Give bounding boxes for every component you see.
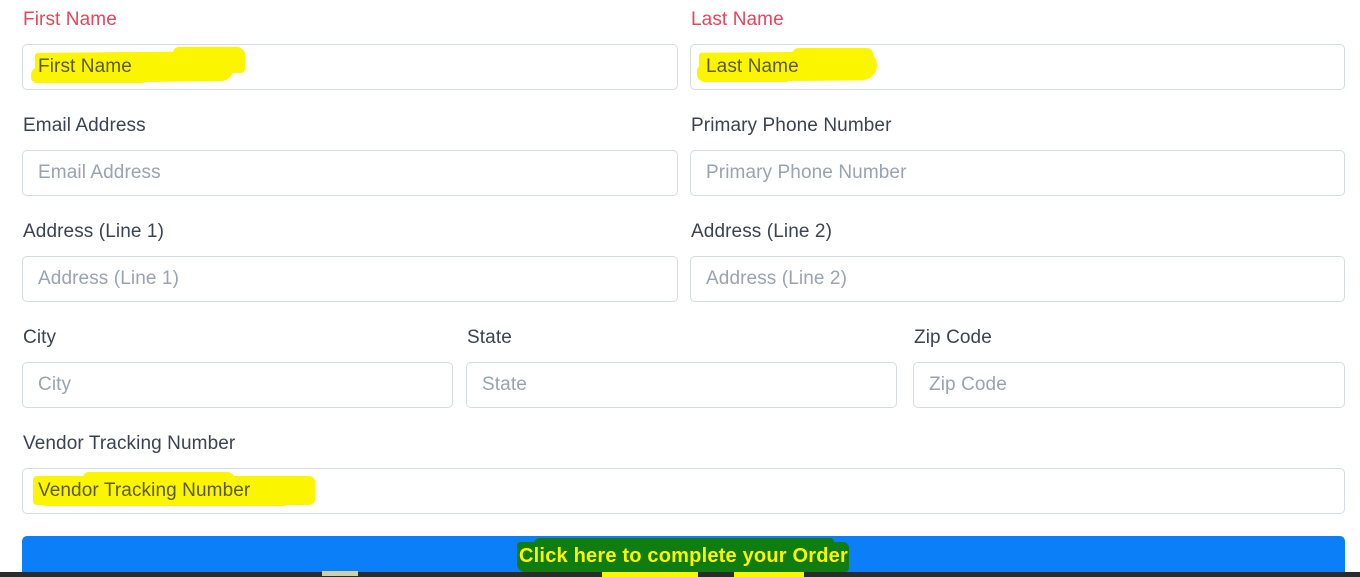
vendor-row: Vendor Tracking Number Vendor Tracking N… [0, 432, 1360, 528]
state-field: State State [466, 326, 897, 408]
address-line-2-placeholder: Address (Line 2) [706, 268, 848, 289]
contact-row: Email Address Email Address Primary Phon… [0, 114, 1360, 210]
last-name-field: Last Name Last Name [690, 8, 1345, 90]
email-address-label: Email Address [23, 115, 146, 136]
address-line-1-field: Address (Line 1) Address (Line 1) [22, 220, 678, 302]
zip-code-placeholder: Zip Code [929, 374, 1007, 395]
city-field: City City [22, 326, 453, 408]
last-name-input[interactable]: Last Name [690, 44, 1345, 90]
city-label: City [23, 327, 57, 348]
address-line-1-placeholder: Address (Line 1) [38, 268, 180, 289]
city-input[interactable]: City [22, 362, 453, 408]
complete-order-button[interactable]: Click here to complete your Order [22, 536, 1345, 577]
first-name-field: First Name First Name [22, 8, 678, 90]
email-address-placeholder: Email Address [38, 162, 161, 183]
first-name-placeholder: First Name [38, 56, 132, 77]
state-label: State [467, 327, 512, 348]
first-name-input[interactable]: First Name [22, 44, 678, 90]
primary-phone-number-field: Primary Phone Number Primary Phone Numbe… [690, 114, 1345, 196]
last-name-label: Last Name [691, 9, 784, 30]
vendor-tracking-number-label: Vendor Tracking Number [23, 433, 236, 454]
email-address-field: Email Address Email Address [22, 114, 678, 196]
vendor-tracking-number-input[interactable]: Vendor Tracking Number [22, 468, 1345, 514]
zip-code-label: Zip Code [914, 327, 992, 348]
state-placeholder: State [482, 374, 527, 395]
order-form-page: First Name First Name Last Name Last Nam… [0, 0, 1360, 577]
primary-phone-number-label: Primary Phone Number [691, 115, 892, 136]
viewport-bottom-edge-left [0, 570, 22, 577]
state-input[interactable]: State [466, 362, 897, 408]
address-line-2-field: Address (Line 2) Address (Line 2) [690, 220, 1345, 302]
name-row: First Name First Name Last Name Last Nam… [0, 8, 1360, 104]
vendor-tracking-number-field: Vendor Tracking Number Vendor Tracking N… [22, 432, 1345, 514]
zip-code-field: Zip Code Zip Code [913, 326, 1345, 408]
primary-phone-number-input[interactable]: Primary Phone Number [690, 150, 1345, 196]
yellow-highlight-mark [791, 48, 873, 72]
yellow-highlight-mark [173, 47, 245, 73]
complete-order-button-text-wrap: Click here to complete your Order [22, 536, 1345, 576]
primary-phone-number-placeholder: Primary Phone Number [706, 162, 907, 183]
zip-code-input[interactable]: Zip Code [913, 362, 1345, 408]
first-name-label: First Name [23, 9, 117, 30]
city-placeholder: City [38, 374, 72, 395]
address-row: Address (Line 1) Address (Line 1) Addres… [0, 220, 1360, 316]
email-address-input[interactable]: Email Address [22, 150, 678, 196]
last-name-placeholder: Last Name [706, 56, 799, 77]
address-line-2-label: Address (Line 2) [691, 221, 833, 242]
complete-order-button-label: Click here to complete your Order [519, 545, 848, 567]
address-line-1-label: Address (Line 1) [23, 221, 165, 242]
address-line-2-input[interactable]: Address (Line 2) [690, 256, 1345, 302]
vendor-tracking-number-placeholder: Vendor Tracking Number [38, 480, 251, 501]
address-line-1-input[interactable]: Address (Line 1) [22, 256, 678, 302]
city-state-zip-row: City City State State Zip Code Zip Code [0, 326, 1360, 422]
viewport-bottom-edge [0, 572, 1360, 577]
